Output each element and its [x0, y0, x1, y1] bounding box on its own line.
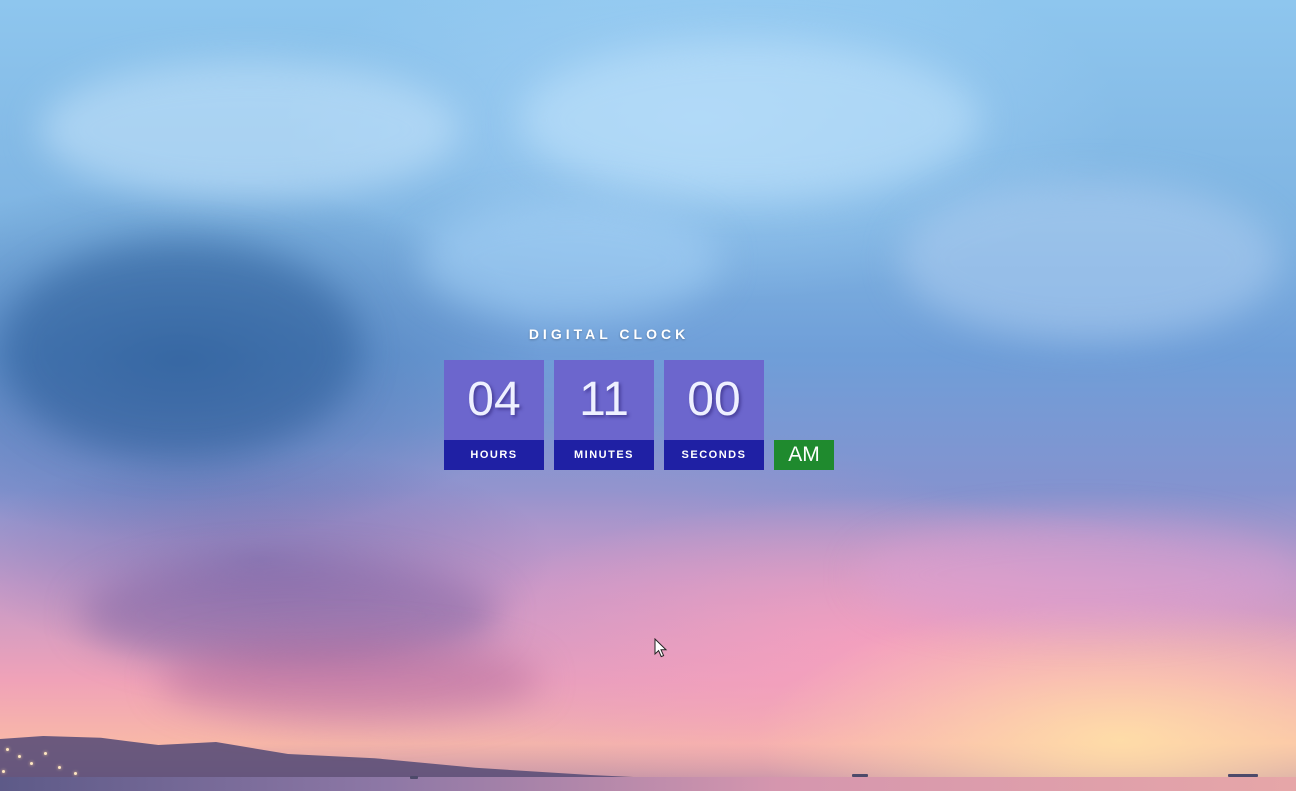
cloud-shape — [0, 240, 360, 460]
ship — [1228, 774, 1258, 777]
am-pm-badge: AM — [774, 440, 834, 470]
mouse-pointer-icon — [654, 637, 668, 658]
clock-title: DIGITAL CLOCK — [528, 326, 690, 342]
seconds-unit: 00 SECONDS — [664, 360, 764, 470]
cloud-shape — [160, 640, 540, 720]
cloud-shape — [40, 60, 460, 200]
minutes-label: MINUTES — [554, 440, 654, 470]
ship — [852, 774, 868, 777]
sea — [0, 777, 1296, 791]
sky-background: DIGITAL CLOCK 04 HOURS 11 MINUTES 00 SEC… — [0, 0, 1296, 791]
city-light — [30, 762, 33, 765]
hours-value: 04 — [444, 360, 544, 440]
city-light — [44, 752, 47, 755]
hours-unit: 04 HOURS — [444, 360, 544, 470]
seconds-value: 00 — [664, 360, 764, 440]
minutes-value: 11 — [554, 360, 654, 440]
cloud-shape — [860, 520, 1296, 630]
ship — [410, 776, 418, 779]
cloud-shape — [900, 180, 1280, 340]
city-light — [74, 772, 77, 775]
city-light — [6, 748, 9, 751]
coastline-hills — [0, 736, 720, 781]
hours-label: HOURS — [444, 440, 544, 470]
city-light — [18, 755, 21, 758]
city-light — [58, 766, 61, 769]
minutes-unit: 11 MINUTES — [554, 360, 654, 470]
city-light — [2, 770, 5, 773]
cloud-shape — [520, 40, 980, 200]
seconds-label: SECONDS — [664, 440, 764, 470]
cloud-shape — [420, 200, 720, 320]
